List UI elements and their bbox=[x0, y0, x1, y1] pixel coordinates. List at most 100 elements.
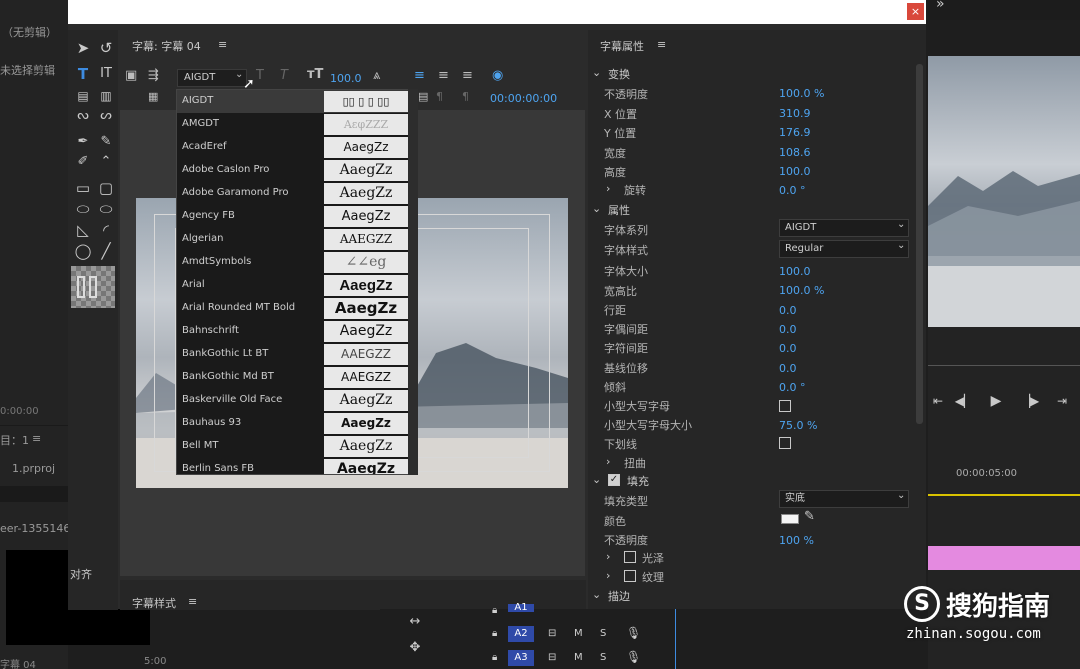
texture-checkbox[interactable] bbox=[624, 570, 636, 582]
font-dropdown-list[interactable]: AIGDT ▯▯ ▯ ▯ ▯▯ AMGDT ΑεφΖΖΖ AcadEref Aa… bbox=[176, 89, 418, 475]
play-icon[interactable]: ▶ bbox=[986, 391, 1006, 411]
font-option[interactable]: Bauhaus 93 AaegZz bbox=[177, 412, 417, 435]
line-tool-icon[interactable]: ╱ bbox=[96, 241, 116, 261]
add-anchor-tool-icon[interactable]: ✐ bbox=[73, 152, 93, 172]
title-panel-menu-icon[interactable]: ≡ bbox=[218, 38, 227, 51]
vertical-type-tool-icon[interactable]: IT bbox=[96, 64, 116, 84]
ripple-edit-icon[interactable]: ↔ bbox=[405, 612, 425, 632]
underline-checkbox[interactable] bbox=[779, 437, 791, 449]
chevron-down-icon[interactable]: ⌄ bbox=[592, 66, 601, 79]
stroke-section[interactable]: 描边 bbox=[608, 588, 630, 604]
font-option[interactable]: Bell MT AaegZz bbox=[177, 435, 417, 458]
style-swatch-preview[interactable] bbox=[71, 266, 115, 308]
chevron-right-icon[interactable]: › bbox=[606, 182, 610, 195]
small-caps-size-value[interactable]: 75.0 % bbox=[779, 419, 817, 432]
align-right-icon[interactable]: ≡ bbox=[462, 68, 473, 83]
track-a3-button[interactable]: A3 bbox=[508, 650, 534, 666]
baseline-value[interactable]: 0.0 bbox=[779, 362, 797, 375]
font-option[interactable]: Adobe Caslon Pro AaegZz bbox=[177, 159, 417, 182]
roll-crawl-icon[interactable]: ⇶ bbox=[148, 68, 159, 83]
font-option[interactable]: Agency FB AaegZz bbox=[177, 205, 417, 228]
project-tab[interactable]: 目：1 bbox=[0, 432, 29, 448]
chevron-right-icon[interactable]: › bbox=[606, 455, 610, 468]
font-option[interactable]: AmdtSymbols ∠∠eg bbox=[177, 251, 417, 274]
font-option[interactable]: AIGDT ▯▯ ▯ ▯ ▯▯ bbox=[177, 90, 417, 113]
microphone-icon[interactable]: 🎙︎ bbox=[626, 626, 641, 640]
height-value[interactable]: 100.0 bbox=[779, 165, 811, 178]
arc-tool-icon[interactable]: ◜ bbox=[96, 220, 116, 240]
font-size-value[interactable]: 100.0 bbox=[330, 72, 362, 85]
sync-lock-icon[interactable]: ⊟ bbox=[548, 628, 556, 639]
close-button[interactable]: × bbox=[907, 3, 924, 20]
step-forward-icon[interactable]: ⇥ bbox=[1052, 391, 1072, 411]
kerning-value[interactable]: 0.0 bbox=[779, 323, 797, 336]
chevron-right-icon[interactable]: › bbox=[606, 569, 610, 582]
selection-tool-icon[interactable]: ➤ bbox=[73, 38, 93, 58]
x-position-value[interactable]: 310.9 bbox=[779, 107, 811, 120]
y-position-value[interactable]: 176.9 bbox=[779, 126, 811, 139]
width-value[interactable]: 108.6 bbox=[779, 146, 811, 159]
wedge-tool-icon[interactable]: ◺ bbox=[73, 220, 93, 240]
mute-button[interactable]: M bbox=[574, 652, 583, 663]
toolbar-timecode[interactable]: 00:00:00:00 bbox=[490, 92, 557, 105]
fill-section[interactable]: 填充 bbox=[627, 473, 649, 489]
convert-anchor-tool-icon[interactable]: ⌃ bbox=[96, 152, 116, 172]
ellipse-tool-icon[interactable]: ◯ bbox=[73, 241, 93, 261]
templates-icon[interactable]: ▦ bbox=[148, 90, 158, 103]
vertical-area-type-tool-icon[interactable]: ▥ bbox=[96, 86, 116, 106]
font-size-prop-value[interactable]: 100.0 bbox=[779, 265, 811, 278]
path-type-tool-icon[interactable]: ᔓ bbox=[73, 106, 93, 126]
font-family-dropdown[interactable]: AIGDT bbox=[779, 219, 909, 237]
vertical-path-type-tool-icon[interactable]: ᔕ bbox=[96, 106, 116, 126]
rotate-tool-icon[interactable]: ↺ bbox=[96, 38, 116, 58]
chevron-down-icon[interactable]: ⌄ bbox=[897, 240, 905, 251]
slip-tool-icon[interactable]: ✥ bbox=[405, 638, 425, 658]
track-a1-button[interactable]: A1 bbox=[508, 603, 534, 613]
lock-icon[interactable]: 🔒︎ bbox=[492, 628, 497, 639]
fill-type-dropdown[interactable]: 实底 bbox=[779, 490, 909, 508]
area-type-tool-icon[interactable]: ▤ bbox=[73, 86, 93, 106]
distort-label[interactable]: 扭曲 bbox=[624, 455, 646, 471]
tracking-value[interactable]: 0.0 bbox=[779, 342, 797, 355]
chevron-down-icon[interactable]: ⌄ bbox=[592, 202, 601, 215]
project-search-field[interactable] bbox=[0, 486, 68, 502]
font-option[interactable]: AMGDT ΑεφΖΖΖ bbox=[177, 113, 417, 136]
microphone-icon[interactable]: 🎙︎ bbox=[626, 650, 641, 664]
lock-icon[interactable]: 🔒︎ bbox=[492, 605, 497, 616]
clipped-rect-tool-icon[interactable]: ⬭ bbox=[73, 199, 93, 219]
sheen-checkbox[interactable] bbox=[624, 551, 636, 563]
timeline-clip[interactable] bbox=[928, 546, 1080, 570]
align-center-icon[interactable]: ≡ bbox=[438, 68, 449, 83]
delete-anchor-tool-icon[interactable]: ✎ bbox=[96, 132, 116, 152]
properties-scrollbar[interactable] bbox=[916, 64, 923, 424]
font-list-scrollbar[interactable] bbox=[408, 89, 418, 475]
panel-overflow-icon[interactable]: » bbox=[936, 0, 945, 12]
fill-checkbox[interactable]: ✓ bbox=[608, 474, 620, 486]
new-title-icon[interactable]: ▣ bbox=[125, 68, 137, 83]
pen-tool-icon[interactable]: ✒ bbox=[73, 132, 93, 152]
chevron-down-icon[interactable]: ⌄ bbox=[592, 473, 601, 486]
chevron-down-icon[interactable]: ⌄ bbox=[897, 219, 905, 230]
small-caps-checkbox[interactable] bbox=[779, 400, 791, 412]
rectangle-tool-icon[interactable]: ▭ bbox=[73, 178, 93, 198]
properties-menu-icon[interactable]: ≡ bbox=[657, 38, 666, 51]
font-option[interactable]: Arial Rounded MT Bold AaegZz bbox=[177, 297, 417, 320]
font-option[interactable]: Baskerville Old Face AaegZz bbox=[177, 389, 417, 412]
solo-button[interactable]: S bbox=[600, 628, 606, 639]
step-back-icon[interactable]: ⇤ bbox=[928, 391, 948, 411]
project-file[interactable]: 1.prproj bbox=[12, 462, 55, 475]
transform-section[interactable]: 变换 bbox=[608, 66, 630, 82]
aspect-value[interactable]: 100.0 % bbox=[779, 284, 824, 297]
font-option[interactable]: Arial AaegZz bbox=[177, 274, 417, 297]
paragraph-icon[interactable]: ¶ bbox=[436, 90, 443, 103]
slant-value[interactable]: 0.0 ° bbox=[779, 381, 806, 394]
bold-icon[interactable]: T bbox=[256, 68, 264, 83]
project-menu-icon[interactable]: ≡ bbox=[32, 432, 41, 445]
fill-color-swatch[interactable] bbox=[781, 514, 799, 524]
leading-value[interactable]: 0.0 bbox=[779, 304, 797, 317]
font-option[interactable]: Berlin Sans FB AaegZz bbox=[177, 458, 417, 474]
solo-button[interactable]: S bbox=[600, 652, 606, 663]
align-left-icon[interactable]: ≡ bbox=[414, 68, 425, 83]
font-option[interactable]: Adobe Garamond Pro AaegZz bbox=[177, 182, 417, 205]
track-a2-button[interactable]: A2 bbox=[508, 626, 534, 642]
